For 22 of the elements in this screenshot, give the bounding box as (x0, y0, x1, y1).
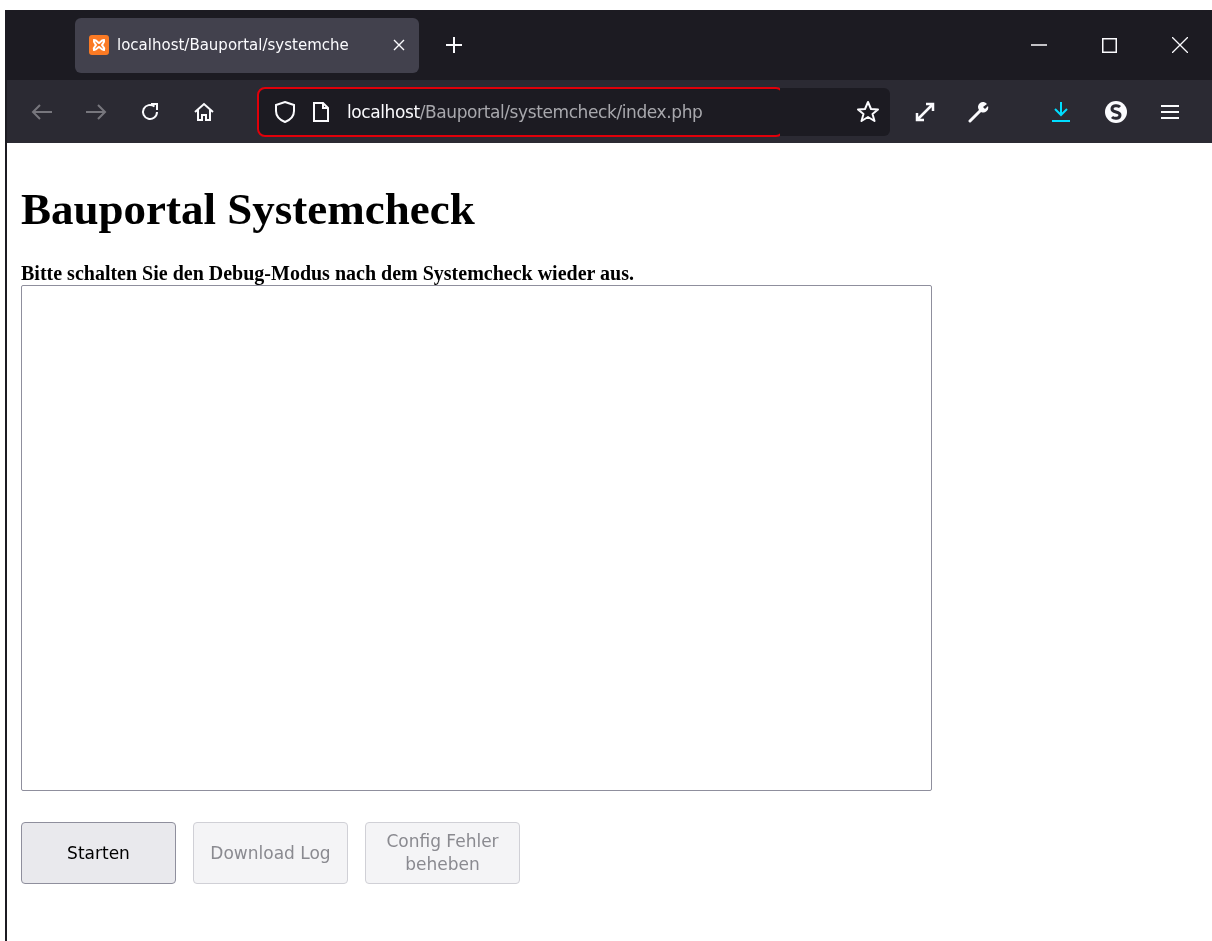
url-path: /Bauportal/systemcheck/index.php (419, 101, 703, 122)
reload-icon[interactable] (139, 100, 161, 123)
browser-tab[interactable]: localhost/Bauportal/systemche (75, 17, 419, 73)
tab-title: localhost/Bauportal/systemche (117, 36, 350, 54)
maximize-icon[interactable] (1102, 37, 1117, 53)
menu-icon[interactable] (1160, 103, 1180, 120)
page-heading: Bauportal Systemcheck (21, 183, 476, 236)
page-button[interactable]: Starten (21, 822, 176, 884)
close-window-icon[interactable] (1172, 37, 1188, 53)
url-host: localhost (347, 101, 420, 122)
wrench-icon[interactable] (968, 100, 990, 123)
page-icon[interactable] (313, 101, 329, 122)
download-icon[interactable] (1050, 100, 1072, 123)
app-logo-icon (89, 35, 109, 55)
star-icon[interactable] (856, 99, 880, 124)
debug-notice: Bitte schalten Sie den Debug-Modus nach dem Systemcheck wieder aus. (21, 262, 635, 285)
shield-icon[interactable] (275, 100, 295, 123)
resize-arrow-icon[interactable] (914, 100, 936, 123)
home-icon[interactable] (193, 100, 215, 123)
extension-icon[interactable] (1104, 99, 1128, 124)
close-tab-icon[interactable] (393, 39, 405, 51)
new-tab-icon[interactable] (445, 36, 463, 54)
